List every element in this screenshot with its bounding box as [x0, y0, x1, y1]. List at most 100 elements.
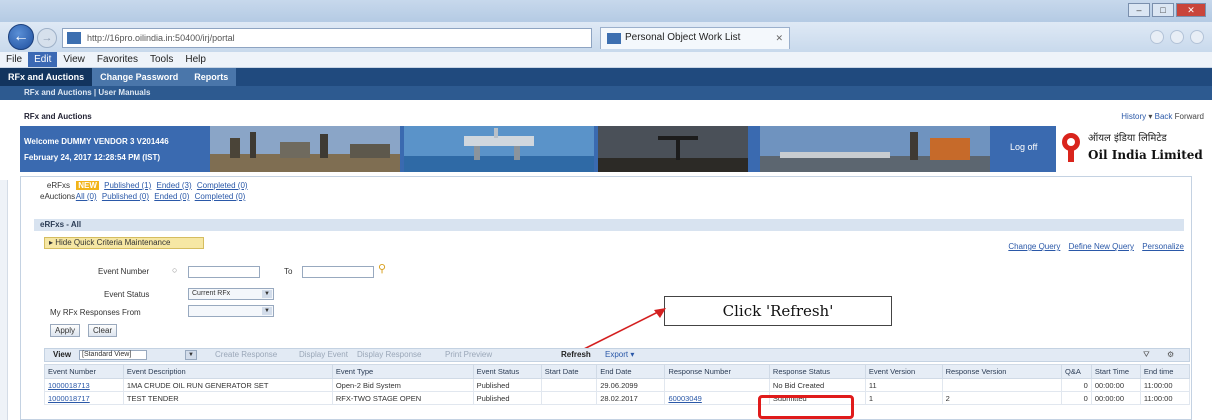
tab-close-icon[interactable]: ✕ — [775, 28, 783, 48]
eauction-label: eAuctions — [40, 192, 76, 201]
col-event-version[interactable]: Event Version — [864, 364, 943, 379]
settings-icon[interactable]: ⚙ — [1167, 349, 1174, 361]
col-start-time[interactable]: Start Time — [1090, 364, 1141, 379]
define-new-query-link[interactable]: Define New Query — [1069, 242, 1134, 251]
col-event-description[interactable]: Event Description — [122, 364, 333, 379]
erfx-ended-link[interactable]: Ended (3) — [157, 181, 192, 190]
erfx-label: eRFxs — [46, 181, 70, 190]
event-number-link[interactable]: 1000018717 — [48, 394, 90, 403]
back-arrow-icon[interactable]: ← — [8, 24, 34, 50]
event-type: Open-2 Bid System — [331, 378, 474, 392]
browser-tool-icons — [1150, 30, 1204, 44]
browser-tab[interactable]: Personal Object Work List ✕ — [600, 27, 790, 49]
menu-favorites[interactable]: Favorites — [91, 52, 144, 67]
response-number-link[interactable]: 60003049 — [668, 394, 701, 403]
home-icon[interactable] — [1150, 30, 1164, 44]
apply-button[interactable]: Apply — [50, 324, 81, 337]
pipeline-photo — [760, 126, 990, 172]
view-select[interactable]: [Standard View] — [79, 350, 147, 360]
col-end-time[interactable]: End time — [1139, 364, 1191, 379]
col-end-date[interactable]: End Date — [596, 364, 666, 379]
end-date: 28.02.2017 — [596, 391, 666, 405]
col-response-number[interactable]: Response Number — [664, 364, 770, 379]
erfx-new-link[interactable]: NEW — [76, 181, 99, 190]
event-status-select[interactable]: Current RFx ▼ — [188, 288, 274, 300]
eauction-published-link[interactable]: Published (0) — [102, 192, 149, 201]
menu-tools[interactable]: Tools — [144, 52, 179, 67]
event-status: Published — [472, 378, 542, 392]
eauction-all-link[interactable]: All (0) — [76, 192, 97, 201]
col-event-number[interactable]: Event Number — [44, 364, 124, 379]
filter-icon[interactable]: ⛛ — [1143, 349, 1150, 361]
history-links: History ▾ Back Forward — [1121, 112, 1204, 121]
oil-pump-photo — [598, 126, 748, 172]
query-links: Change Query Define New Query Personaliz… — [1002, 242, 1184, 251]
event-number-to-input[interactable] — [302, 266, 374, 278]
refresh-button[interactable]: Refresh — [561, 349, 591, 361]
response-number — [664, 378, 770, 392]
col-response-status[interactable]: Response Status — [768, 364, 866, 379]
quick-criteria-label: Hide Quick Criteria Maintenance — [55, 238, 171, 247]
print-preview-button[interactable]: Print Preview — [445, 349, 492, 361]
event-number-from-input[interactable] — [188, 266, 260, 278]
col-start-date[interactable]: Start Date — [540, 364, 598, 379]
favorites-star-icon[interactable] — [1170, 30, 1184, 44]
rfx-results-table: Event Number Event Description Event Typ… — [44, 364, 1191, 405]
address-bar[interactable]: http://16pro.oilindia.in:50400/irj/porta… — [62, 28, 632, 80]
personalize-link[interactable]: Personalize — [1142, 242, 1184, 251]
display-response-button[interactable]: Display Response — [357, 349, 421, 361]
minimize-button[interactable]: – — [1128, 3, 1150, 17]
brand-hindi-name: ऑयल इंडिया लिमिटेड — [1088, 133, 1167, 144]
eauction-ended-link[interactable]: Ended (0) — [154, 192, 189, 201]
menu-bar: File Edit View Favorites Tools Help — [0, 52, 1212, 68]
back-link[interactable]: Back — [1155, 112, 1173, 121]
oil-india-logo-icon — [1062, 133, 1080, 162]
table-row[interactable]: 1000018713 1MA CRUDE OIL RUN GENERATOR S… — [44, 378, 1191, 392]
qa-count: 0 — [1060, 391, 1092, 405]
display-event-button[interactable]: Display Event — [299, 349, 348, 361]
portal-sub-nav[interactable]: RFx and Auctions | User Manuals — [0, 86, 1212, 100]
eauction-completed-link[interactable]: Completed (0) — [195, 192, 246, 201]
menu-view[interactable]: View — [57, 52, 91, 67]
browser-navbar: ← → http://16pro.oilindia.in:50400/irj/p… — [0, 22, 1212, 80]
tab-change-password[interactable]: Change Password — [92, 68, 187, 86]
menu-file[interactable]: File — [0, 52, 28, 67]
maximize-button[interactable]: □ — [1152, 3, 1174, 17]
chevron-down-icon[interactable]: ▼ — [185, 350, 197, 360]
create-response-button[interactable]: Create Response — [215, 349, 277, 361]
erfx-published-link[interactable]: Published (1) — [104, 181, 151, 190]
tab-rfx-auctions[interactable]: RFx and Auctions — [0, 68, 93, 86]
col-event-status[interactable]: Event Status — [472, 364, 542, 379]
start-time: 00:00:00 — [1090, 378, 1141, 392]
radio-icon[interactable]: ○ — [172, 265, 177, 275]
gear-icon[interactable] — [1190, 30, 1204, 44]
tab-title: Personal Object Work List — [625, 32, 741, 43]
response-version: 2 — [941, 391, 1062, 405]
tab-reports[interactable]: Reports — [186, 68, 237, 86]
value-help-icon[interactable]: ⚲ — [378, 262, 386, 275]
url-text: http://16pro.oilindia.in:50400/irj/porta… — [87, 33, 235, 43]
forward-link[interactable]: Forward — [1175, 112, 1204, 121]
col-response-version[interactable]: Response Version — [941, 364, 1062, 379]
quick-criteria-toggle[interactable]: ▸ Hide Quick Criteria Maintenance — [44, 237, 204, 249]
logoff-link[interactable]: Log off — [1010, 142, 1037, 152]
qa-count: 0 — [1060, 378, 1092, 392]
col-event-type[interactable]: Event Type — [331, 364, 474, 379]
end-time: 11:00:00 — [1139, 391, 1191, 405]
export-label: Export — [605, 350, 629, 359]
close-button[interactable]: ✕ — [1176, 3, 1206, 17]
history-link[interactable]: History — [1121, 112, 1146, 121]
page-icon — [67, 32, 81, 44]
clear-button[interactable]: Clear — [88, 324, 118, 337]
col-qa[interactable]: Q&A — [1060, 364, 1092, 379]
table-row[interactable]: 1000018717 TEST TENDER RFX-TWO STAGE OPE… — [44, 391, 1191, 405]
forward-arrow-icon[interactable]: → — [37, 28, 57, 48]
export-button[interactable]: Export ▾ — [605, 349, 634, 361]
left-scrollbar[interactable] — [0, 180, 8, 420]
change-query-link[interactable]: Change Query — [1008, 242, 1060, 251]
erfx-completed-link[interactable]: Completed (0) — [197, 181, 248, 190]
menu-help[interactable]: Help — [179, 52, 212, 67]
menu-edit[interactable]: Edit — [28, 52, 58, 67]
event-number-link[interactable]: 1000018713 — [48, 381, 90, 390]
responses-from-select[interactable]: ▼ — [188, 305, 274, 317]
